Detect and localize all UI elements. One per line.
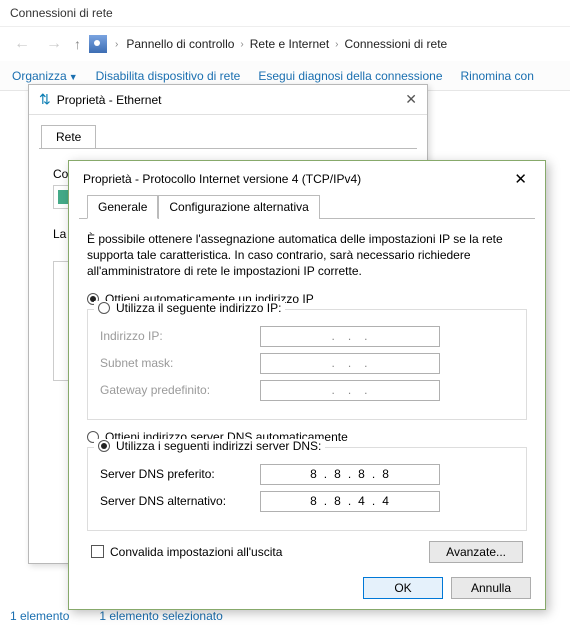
cancel-button[interactable]: Annulla: [451, 577, 531, 599]
chevron-right-icon[interactable]: ›: [115, 39, 118, 50]
chevron-right-icon[interactable]: ›: [335, 39, 338, 50]
status-count: 1 elemento: [10, 609, 69, 623]
rename-button[interactable]: Rinomina con: [461, 69, 534, 83]
forward-arrow-icon[interactable]: →: [42, 35, 66, 53]
radio-icon[interactable]: [98, 302, 110, 314]
breadcrumb: Pannello di controllo › Rete e Internet …: [126, 37, 447, 51]
ip-address-input: ...: [260, 326, 440, 347]
chevron-right-icon[interactable]: ›: [240, 39, 243, 50]
manual-ip-group: Utilizza il seguente indirizzo IP: Indir…: [87, 309, 527, 420]
up-arrow-icon[interactable]: ↑: [74, 36, 81, 52]
close-icon[interactable]: ✕: [508, 170, 533, 188]
validate-checkbox-row[interactable]: Convalida impostazioni all'uscita: [91, 545, 282, 559]
close-icon[interactable]: ✕: [405, 91, 417, 108]
tabs: Generale Configurazione alternativa: [79, 194, 535, 219]
dns-alternate-input[interactable]: 8.8.4.4: [260, 491, 440, 512]
ok-button[interactable]: OK: [363, 577, 443, 599]
checkbox-icon: [91, 545, 104, 558]
subnet-mask-input: ...: [260, 353, 440, 374]
tab-rete[interactable]: Rete: [41, 125, 96, 148]
ip-address-label: Indirizzo IP:: [100, 329, 260, 343]
dialog-title: Proprietà - Ethernet: [57, 93, 162, 107]
dns-preferred-label: Server DNS preferito:: [100, 467, 260, 481]
diagnose-button[interactable]: Esegui diagnosi della connessione: [258, 69, 442, 83]
manual-dns-group: Utilizza i seguenti indirizzi server DNS…: [87, 447, 527, 531]
status-bar: 1 elemento 1 elemento selezionato: [10, 609, 223, 623]
back-arrow-icon[interactable]: ←: [10, 35, 34, 53]
validate-label: Convalida impostazioni all'uscita: [110, 545, 282, 559]
gateway-input: ...: [260, 380, 440, 401]
advanced-button[interactable]: Avanzate...: [429, 541, 523, 563]
subnet-mask-label: Subnet mask:: [100, 356, 260, 370]
window-title: Connessioni di rete: [0, 0, 570, 27]
breadcrumb-item[interactable]: Connessioni di rete: [345, 37, 448, 51]
breadcrumb-item[interactable]: Rete e Internet: [250, 37, 329, 51]
dialog-title: Proprietà - Protocollo Internet versione…: [83, 172, 361, 186]
nav-bar: ← → ↑ › Pannello di controllo › Rete e I…: [0, 27, 570, 61]
tab-general[interactable]: Generale: [87, 195, 158, 219]
radio-icon[interactable]: [98, 440, 110, 452]
disable-device-button[interactable]: Disabilita dispositivo di rete: [96, 69, 241, 83]
breadcrumb-item[interactable]: Pannello di controllo: [126, 37, 234, 51]
description-text: È possibile ottenere l'assegnazione auto…: [87, 231, 527, 280]
control-panel-icon: [89, 35, 107, 53]
chevron-down-icon: ▼: [69, 72, 78, 82]
radio-manual-dns-label[interactable]: Utilizza i seguenti indirizzi server DNS…: [116, 439, 321, 453]
ethernet-icon: ⇅: [39, 91, 51, 108]
organize-menu[interactable]: Organizza▼: [12, 69, 78, 83]
tab-alt-config[interactable]: Configurazione alternativa: [158, 195, 319, 219]
gateway-label: Gateway predefinito:: [100, 383, 260, 397]
status-selected: 1 elemento selezionato: [99, 609, 222, 623]
dns-alternate-label: Server DNS alternativo:: [100, 494, 260, 508]
ipv4-properties-dialog: Proprietà - Protocollo Internet versione…: [68, 160, 546, 610]
dns-preferred-input[interactable]: 8.8.8.8: [260, 464, 440, 485]
radio-manual-ip-label[interactable]: Utilizza il seguente indirizzo IP:: [116, 301, 281, 315]
